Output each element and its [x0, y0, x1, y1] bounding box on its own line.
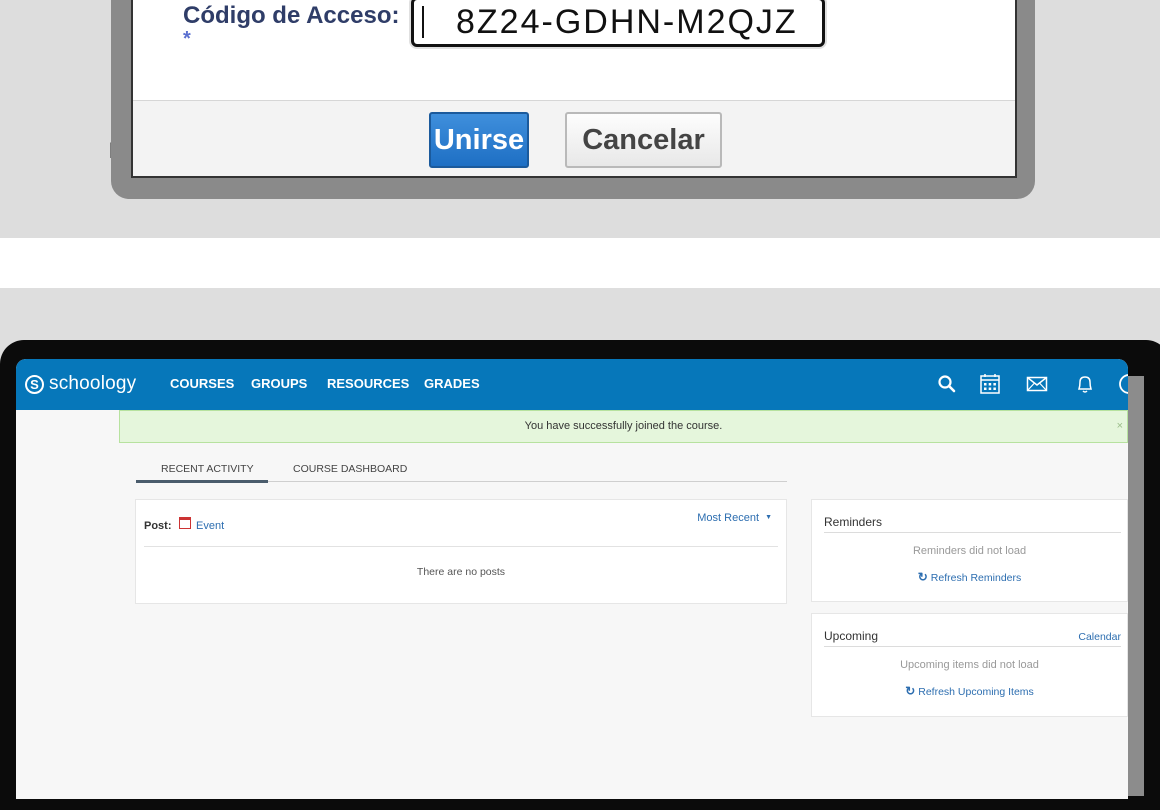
refresh-reminders-label: Refresh Reminders [930, 572, 1022, 584]
refresh-icon: ↻ [905, 684, 916, 698]
calendar-event-icon[interactable] [179, 517, 191, 529]
top-navbar: S schoology COURSES GROUPS RESOURCES GRA… [16, 359, 1128, 410]
tab-course-dashboard[interactable]: COURSE DASHBOARD [293, 463, 407, 475]
calendar-icon[interactable] [979, 373, 1001, 395]
join-course-dialog: Código de Acceso: * 8Z24-GDHN-M2QJZ Unir… [131, 0, 1017, 178]
profile-icon[interactable] [1116, 373, 1128, 395]
reminders-message: Reminders did not load [912, 545, 1027, 557]
schoology-screen: S schoology COURSES GROUPS RESOURCES GRA… [16, 359, 1128, 799]
refresh-upcoming-link[interactable]: ↻ Refresh Upcoming Items [812, 684, 1127, 698]
bell-icon[interactable] [1074, 373, 1096, 395]
refresh-reminders-link[interactable]: ↻ Refresh Reminders [812, 570, 1127, 584]
logo-mark-icon: S [25, 374, 44, 394]
nav-resources[interactable]: RESOURCES [327, 376, 409, 391]
cancel-button[interactable]: Cancelar [565, 112, 722, 168]
screen-edge-shadow [1128, 376, 1144, 796]
nav-courses[interactable]: COURSES [170, 376, 234, 391]
mail-icon[interactable] [1026, 373, 1048, 395]
upcoming-card: Upcoming Calendar Upcoming items did not… [811, 613, 1128, 717]
calendar-link[interactable]: Calendar [1078, 631, 1121, 643]
tab-recent-activity[interactable]: RECENT ACTIVITY [161, 463, 254, 475]
sort-label: Most Recent [697, 512, 759, 524]
logo-text: schoology [49, 373, 137, 394]
text-caret [422, 6, 424, 38]
access-code-value: 8Z24-GDHN-M2QJZ [456, 3, 798, 41]
schoology-logo[interactable]: S schoology [25, 371, 136, 397]
success-message: You have successfully joined the course. [524, 420, 723, 432]
posts-card: Post: Event Most Recent ▼ There are no p… [135, 499, 787, 604]
card-divider [144, 546, 778, 547]
reminders-divider [824, 532, 1121, 533]
nav-groups[interactable]: GROUPS [251, 376, 307, 391]
chevron-down-icon: ▼ [765, 514, 772, 521]
join-button[interactable]: Unirse [429, 112, 529, 168]
upcoming-message: Upcoming items did not load [900, 659, 1039, 671]
post-event-link[interactable]: Event [196, 520, 224, 532]
reminders-card: Reminders Reminders did not load ↻ Refres… [811, 499, 1128, 602]
required-marker: * [183, 28, 191, 50]
upcoming-title: Upcoming [824, 629, 879, 643]
refresh-icon: ↻ [917, 570, 928, 584]
close-icon[interactable]: × [1117, 411, 1123, 442]
post-label: Post: [144, 520, 172, 532]
empty-posts-message: There are no posts [416, 566, 506, 578]
reminders-title: Reminders [824, 515, 883, 529]
active-tab-indicator [136, 480, 268, 483]
success-notification: You have successfully joined the course.… [119, 410, 1128, 443]
join-dialog-section: n Código de Acceso: * 8Z24-GDHN-M2QJZ Un… [0, 0, 1160, 238]
refresh-upcoming-label: Refresh Upcoming Items [918, 686, 1034, 698]
access-code-label: Código de Acceso: [183, 2, 400, 29]
search-icon[interactable] [936, 373, 958, 395]
access-code-input[interactable]: 8Z24-GDHN-M2QJZ [411, 0, 825, 47]
left-gutter [16, 410, 119, 799]
sort-dropdown[interactable]: Most Recent ▼ [697, 512, 772, 524]
nav-grades[interactable]: GRADES [424, 376, 480, 391]
upcoming-divider [824, 646, 1121, 647]
divider-band [0, 238, 1160, 288]
